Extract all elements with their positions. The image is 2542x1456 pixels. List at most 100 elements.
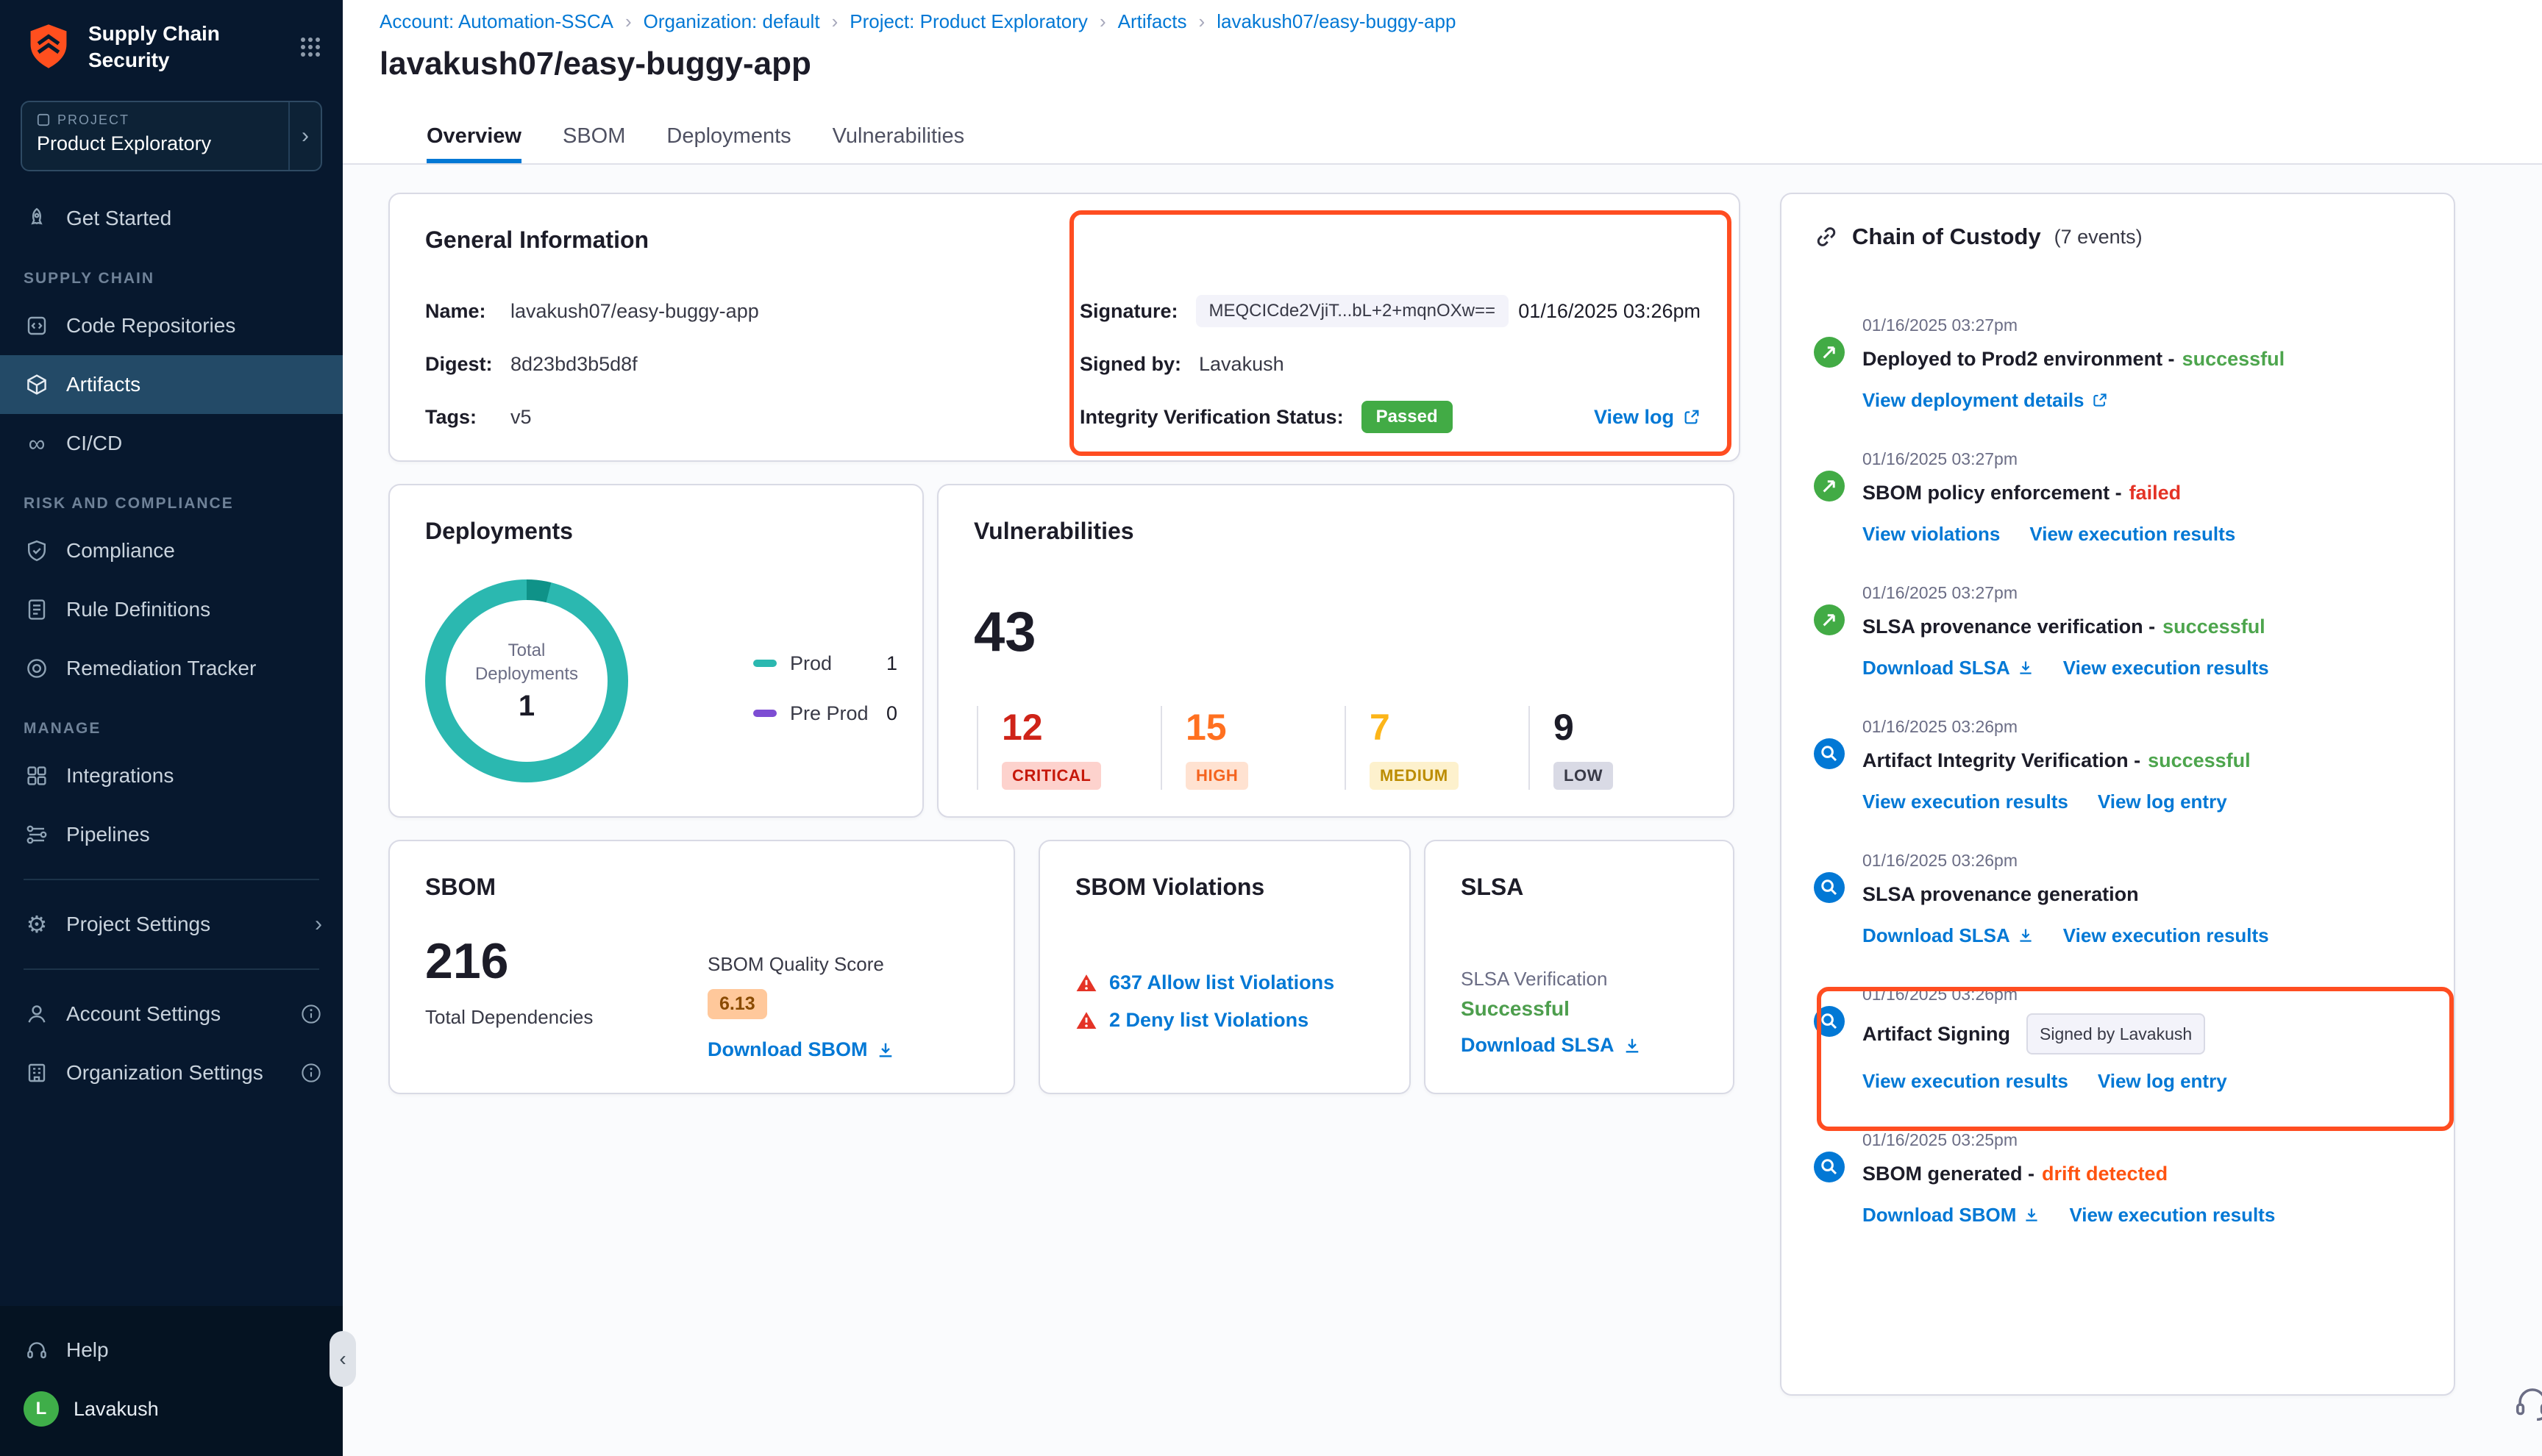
sidebar-item-code-repositories[interactable]: Code Repositories: [0, 296, 343, 355]
divider: [24, 879, 319, 880]
document-icon: [24, 598, 50, 621]
deployments-card: Deployments Total Deployments 1 Prod 1 P…: [388, 484, 924, 818]
sidebar-item-integrations[interactable]: Integrations: [0, 746, 343, 805]
info-icon[interactable]: [300, 1062, 322, 1084]
view-execution-results-link[interactable]: View execution results: [2029, 519, 2235, 549]
info-icon[interactable]: [300, 1003, 322, 1025]
sidebar-item-get-started[interactable]: Get Started: [0, 189, 343, 248]
signature-timestamp: 01/16/2025 03:26pm: [1518, 300, 1701, 323]
account-icon: [24, 1002, 50, 1026]
sbom-quality-score-label: SBOM Quality Score: [708, 953, 894, 976]
sidebar-item-rule-definitions[interactable]: Rule Definitions: [0, 580, 343, 639]
sidebar-item-organization-settings[interactable]: Organization Settings: [0, 1043, 343, 1102]
legend-item-pre-prod: Pre Prod 0: [753, 697, 897, 729]
allow-list-violations-row: 637 Allow list Violations: [1075, 971, 1374, 994]
user-menu[interactable]: L Lavakush: [0, 1380, 343, 1438]
download-sbom-link[interactable]: Download SBOM: [1862, 1200, 2040, 1230]
view-execution-results-link[interactable]: View execution results: [2069, 1200, 2275, 1230]
page-title: lavakush07/easy-buggy-app: [380, 46, 811, 82]
sidebar-item-cicd[interactable]: ∞ CI/CD: [0, 414, 343, 473]
sidebar-footer: Help L Lavakush: [0, 1306, 343, 1456]
project-selector[interactable]: PROJECT Product Exploratory ›: [21, 101, 322, 171]
chevron-separator-icon: ›: [1199, 10, 1206, 33]
breadcrumb-artifacts[interactable]: Artifacts: [1118, 10, 1187, 33]
tab-vulnerabilities[interactable]: Vulnerabilities: [833, 124, 964, 163]
gear-icon: ⚙: [24, 913, 50, 936]
tab-overview[interactable]: Overview: [427, 124, 521, 163]
view-execution-results-link[interactable]: View execution results: [2063, 921, 2269, 950]
sidebar-item-artifacts[interactable]: Artifacts: [0, 355, 343, 414]
view-execution-results-link[interactable]: View execution results: [2063, 653, 2269, 682]
supply-chain-security-logo: [24, 22, 74, 72]
download-slsa-link[interactable]: Download SLSA: [1862, 921, 2034, 950]
chevron-separator-icon: ›: [832, 10, 839, 33]
sidebar-header: Supply Chain Security: [0, 0, 343, 86]
tags-value: v5: [510, 406, 532, 429]
deny-list-violations-link[interactable]: 2 Deny list Violations: [1109, 1009, 1309, 1032]
download-sbom-link[interactable]: Download SBOM: [708, 1038, 894, 1061]
section-risk-and-compliance: RISK AND COMPLIANCE: [0, 473, 343, 521]
sidebar-item-account-settings[interactable]: Account Settings: [0, 985, 343, 1043]
sbom-violations-title: SBOM Violations: [1075, 874, 1374, 901]
vulnerabilities-card: Vulnerabilities 43 12 CRITICAL 15 HIGH 7…: [937, 484, 1734, 818]
view-deployment-details-link[interactable]: View deployment details: [1862, 385, 2108, 415]
artifact-name-value: lavakush07/easy-buggy-app: [510, 300, 759, 323]
view-log-entry-link[interactable]: View log entry: [2098, 787, 2227, 816]
breadcrumb-organization[interactable]: Organization: default: [644, 10, 820, 33]
download-slsa-link[interactable]: Download SLSA: [1862, 653, 2034, 682]
allow-list-violations-link[interactable]: 637 Allow list Violations: [1109, 971, 1334, 994]
module-switcher-icon[interactable]: [299, 35, 322, 59]
sbom-card: SBOM 216 Total Dependencies SBOM Quality…: [388, 840, 1015, 1094]
low-badge: LOW: [1553, 762, 1613, 790]
signature-label: Signature:: [1080, 300, 1178, 323]
scan-event-icon: [1814, 1152, 1845, 1182]
sidebar: Supply Chain Security PROJECT Product Ex…: [0, 0, 343, 1456]
tab-bar: Overview SBOM Deployments Vulnerabilitie…: [343, 115, 2542, 165]
view-execution-results-link[interactable]: View execution results: [1862, 787, 2068, 816]
rocket-icon: [24, 207, 50, 230]
warning-icon: [1075, 972, 1097, 994]
sidebar-item-remediation-tracker[interactable]: Remediation Tracker: [0, 639, 343, 698]
download-icon: [1623, 1037, 1641, 1054]
severity-medium: 7 MEDIUM: [1345, 706, 1528, 790]
sidebar-item-help[interactable]: Help: [0, 1321, 343, 1380]
custody-event-sbom-generated: 01/16/2025 03:25pm SBOM generated -drift…: [1814, 1130, 2421, 1230]
sidebar-item-compliance[interactable]: Compliance: [0, 521, 343, 580]
digest-label: Digest:: [425, 353, 510, 376]
sidebar-item-project-settings[interactable]: ⚙ Project Settings ›: [0, 895, 343, 954]
deny-list-violations-row: 2 Deny list Violations: [1075, 1009, 1374, 1032]
vulnerabilities-title: Vulnerabilities: [974, 518, 1698, 545]
breadcrumb-account[interactable]: Account: Automation-SSCA: [380, 10, 613, 33]
support-chat-icon[interactable]: [2513, 1384, 2542, 1424]
sidebar-collapse-handle[interactable]: ‹: [330, 1331, 356, 1387]
custody-event-deployed: 01/16/2025 03:27pm Deployed to Prod2 env…: [1814, 315, 2421, 415]
view-log-entry-link[interactable]: View log entry: [2098, 1066, 2227, 1096]
breadcrumb-project[interactable]: Project: Product Exploratory: [850, 10, 1088, 33]
breadcrumb-current-artifact[interactable]: lavakush07/easy-buggy-app: [1217, 10, 1456, 33]
medium-badge: MEDIUM: [1370, 762, 1459, 790]
sidebar-item-pipelines[interactable]: Pipelines: [0, 805, 343, 864]
download-slsa-link[interactable]: Download SLSA: [1461, 1034, 1641, 1057]
general-information-card: General Information Name:lavakush07/easy…: [388, 193, 1740, 462]
view-violations-link[interactable]: View violations: [1862, 519, 2000, 549]
app-root: Supply Chain Security PROJECT Product Ex…: [0, 0, 2542, 1456]
main-content: Account: Automation-SSCA › Organization:…: [343, 0, 2542, 1456]
integrity-passed-badge: Passed: [1361, 401, 1453, 433]
view-execution-results-link[interactable]: View execution results: [1862, 1066, 2068, 1096]
chevron-separator-icon: ›: [1100, 10, 1106, 33]
digest-value: 8d23bd3b5d8f: [510, 353, 638, 376]
prod-legend-swatch: [753, 660, 777, 667]
tab-sbom[interactable]: SBOM: [563, 124, 625, 163]
tab-deployments[interactable]: Deployments: [666, 124, 791, 163]
project-name: Product Exploratory: [37, 132, 274, 155]
view-log-link[interactable]: View log: [1594, 406, 1701, 429]
tags-label: Tags:: [425, 406, 510, 429]
warning-icon: [1075, 1010, 1097, 1032]
scan-event-icon: [1814, 738, 1845, 769]
target-icon: [24, 657, 50, 680]
scan-event-icon: [1814, 1006, 1845, 1037]
project-icon: [37, 113, 50, 126]
divider: [24, 968, 319, 970]
general-information-title: General Information: [425, 226, 1703, 254]
slsa-title: SLSA: [1461, 874, 1698, 901]
